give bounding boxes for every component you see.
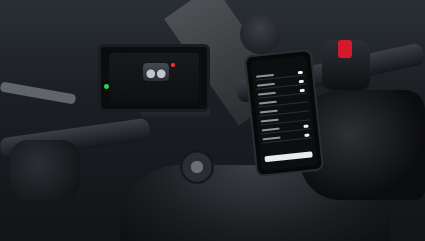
phone-action-button	[264, 151, 313, 163]
dashboard-screen	[109, 53, 199, 103]
toggle-icon	[303, 124, 309, 129]
brake-reservoir	[240, 14, 280, 54]
toggle-icon	[298, 79, 304, 84]
toggle-icon	[297, 70, 304, 75]
motorcycle-scene	[0, 0, 425, 241]
smartphone	[243, 48, 325, 178]
row-label-placeholder	[255, 73, 275, 78]
toggle-icon	[304, 133, 310, 137]
phone-settings-row	[261, 132, 312, 144]
tft-dashboard	[98, 44, 210, 112]
row-label-placeholder	[257, 91, 276, 96]
row-label-placeholder	[260, 118, 279, 123]
row-label-placeholder	[258, 100, 277, 105]
phone-screen	[250, 55, 318, 171]
kill-switch-icon	[338, 40, 352, 58]
toggle-icon	[299, 88, 305, 93]
motorcycle-icon	[143, 63, 169, 81]
left-mirror-stem	[0, 81, 77, 105]
row-label-placeholder	[262, 136, 281, 141]
left-switchgear	[10, 140, 80, 200]
indicator-light-icon	[104, 84, 109, 89]
row-label-placeholder	[261, 127, 280, 132]
row-label-placeholder	[256, 82, 276, 87]
ignition-icon	[180, 150, 214, 184]
status-dot-icon	[171, 63, 175, 67]
row-label-placeholder	[259, 109, 278, 114]
